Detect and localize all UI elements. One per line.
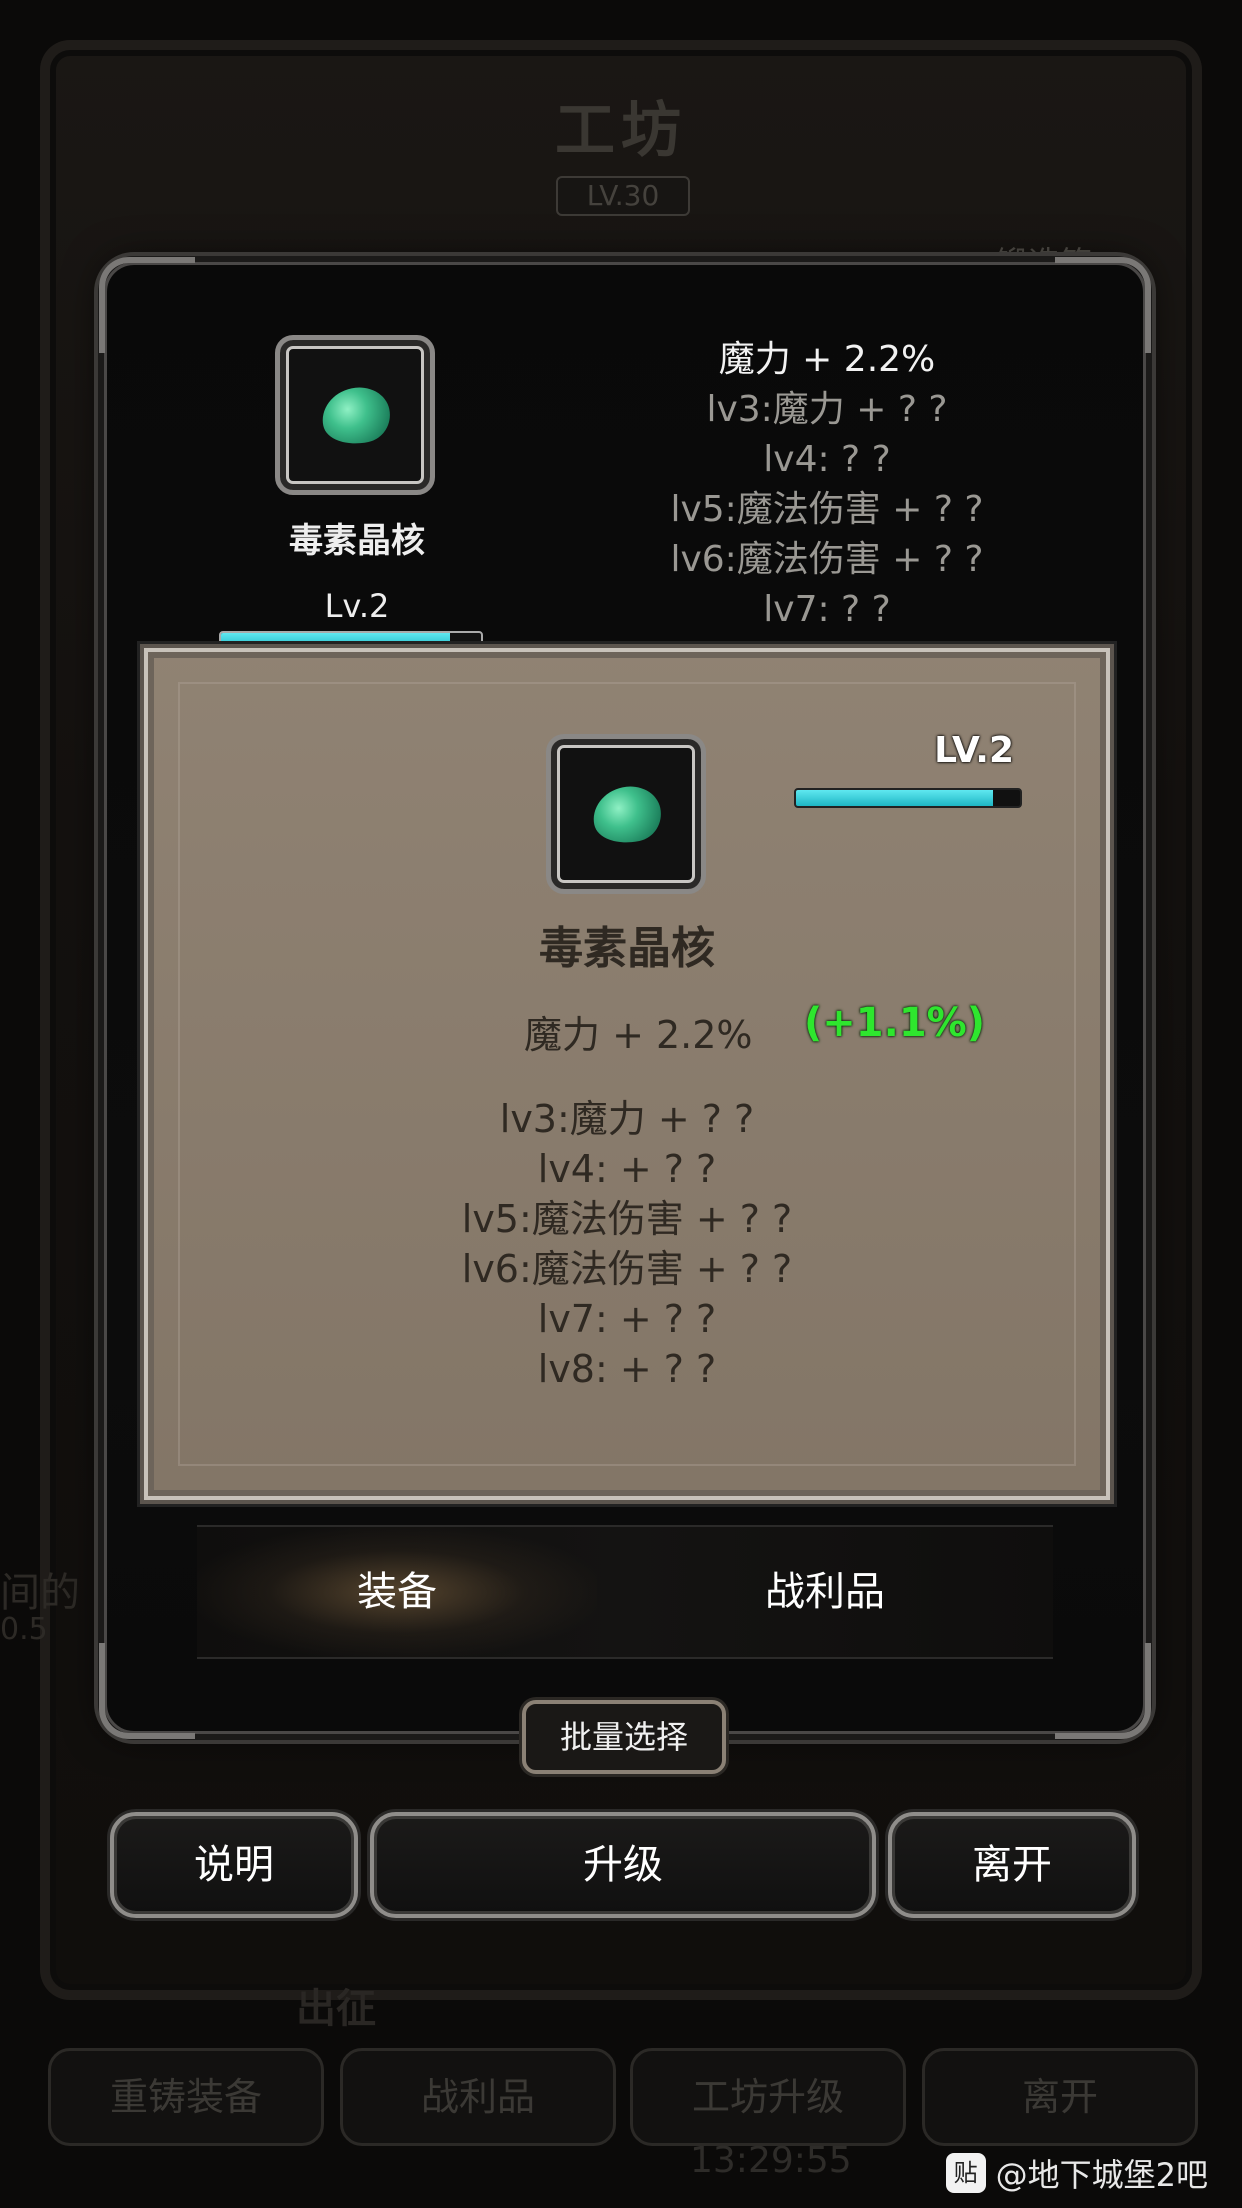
popup-item-name: 毒素晶核	[539, 923, 715, 974]
background-side-text-2: 0.5	[0, 1612, 48, 1647]
green-gem-icon	[587, 780, 667, 850]
tieba-logo-icon: 贴	[945, 2153, 986, 2193]
popup-xp-bar	[794, 788, 1022, 808]
unlock-line: lv3:魔力 + ? ?	[499, 1097, 755, 1141]
unlock-line: lv6:魔法伤害 + ? ?	[461, 1247, 793, 1291]
popup-xp-fill	[796, 790, 994, 806]
help-button[interactable]: 说明	[110, 1812, 358, 1918]
unlock-line: lv8: + ? ?	[537, 1347, 717, 1391]
item-xp-bar	[219, 631, 483, 651]
watermark: 贴 @地下城堡2吧	[945, 2150, 1208, 2196]
watermark-text: @地下城堡2吧	[995, 2156, 1208, 2194]
leave-button[interactable]: 离开	[888, 1812, 1136, 1918]
ornament-corner	[99, 1643, 195, 1739]
popup-item-level: LV.2	[934, 730, 1014, 771]
expedition-section-label: 出征	[296, 1986, 376, 2032]
background-side-text: 间的	[0, 1570, 80, 1616]
item-xp-fill	[221, 633, 450, 649]
upgrade-button[interactable]: 升级	[370, 1812, 876, 1918]
stat-main: 魔力 + 2.2%	[718, 339, 936, 380]
stat-line: lv7: ? ?	[763, 589, 891, 630]
unlock-line: lv7: + ? ?	[537, 1297, 717, 1341]
category-tab-bar: 装备 战利品	[197, 1525, 1053, 1659]
item-name: 毒素晶核	[289, 521, 425, 561]
ornament-corner	[99, 257, 195, 353]
popup-stat-bonus: (+1.1%)	[804, 1000, 986, 1046]
stat-line: lv4: ? ?	[763, 439, 891, 480]
countdown-timer: 13:29:55	[690, 2140, 852, 2181]
item-detail-popup: LV.2 毒素晶核 魔力 + 2.2% (+1.1%) lv3:魔力 + ? ?…	[148, 652, 1106, 1496]
unlock-line: lv4: + ? ?	[537, 1147, 717, 1191]
workshop-upgrade-button: 工坊升级	[630, 2048, 906, 2146]
item-stat-list: 魔力 + 2.2% lv3:魔力 + ? ? lv4: ? ? lv5:魔法伤害…	[627, 335, 1027, 685]
ornament-corner	[1055, 1643, 1151, 1739]
stat-line: lv6:魔法伤害 + ? ?	[670, 539, 984, 580]
green-gem-icon	[316, 381, 396, 451]
item-icon-slot[interactable]	[275, 335, 435, 495]
stat-line: lv5:魔法伤害 + ? ?	[670, 489, 984, 530]
tab-equipment[interactable]: 装备	[197, 1527, 597, 1657]
item-level: Lv.2	[324, 587, 390, 625]
batch-select-button[interactable]: 批量选择	[522, 1700, 726, 1774]
reforge-equipment-button: 重铸装备	[48, 2048, 324, 2146]
workshop-title: 工坊	[555, 96, 687, 166]
popup-item-icon	[546, 734, 706, 894]
stat-line: lv3:魔力 + ? ?	[706, 389, 948, 430]
workshop-level-badge: LV.30	[556, 176, 690, 216]
popup-unlock-list: lv3:魔力 + ? ? lv4: + ? ? lv5:魔法伤害 + ? ? l…	[154, 1094, 1100, 1394]
loot-button-background: 战利品	[340, 2048, 616, 2146]
unlock-line: lv5:魔法伤害 + ? ?	[461, 1197, 793, 1241]
tab-loot[interactable]: 战利品	[625, 1527, 1025, 1657]
ornament-corner	[1055, 257, 1151, 353]
leave-button-background: 离开	[922, 2048, 1198, 2146]
